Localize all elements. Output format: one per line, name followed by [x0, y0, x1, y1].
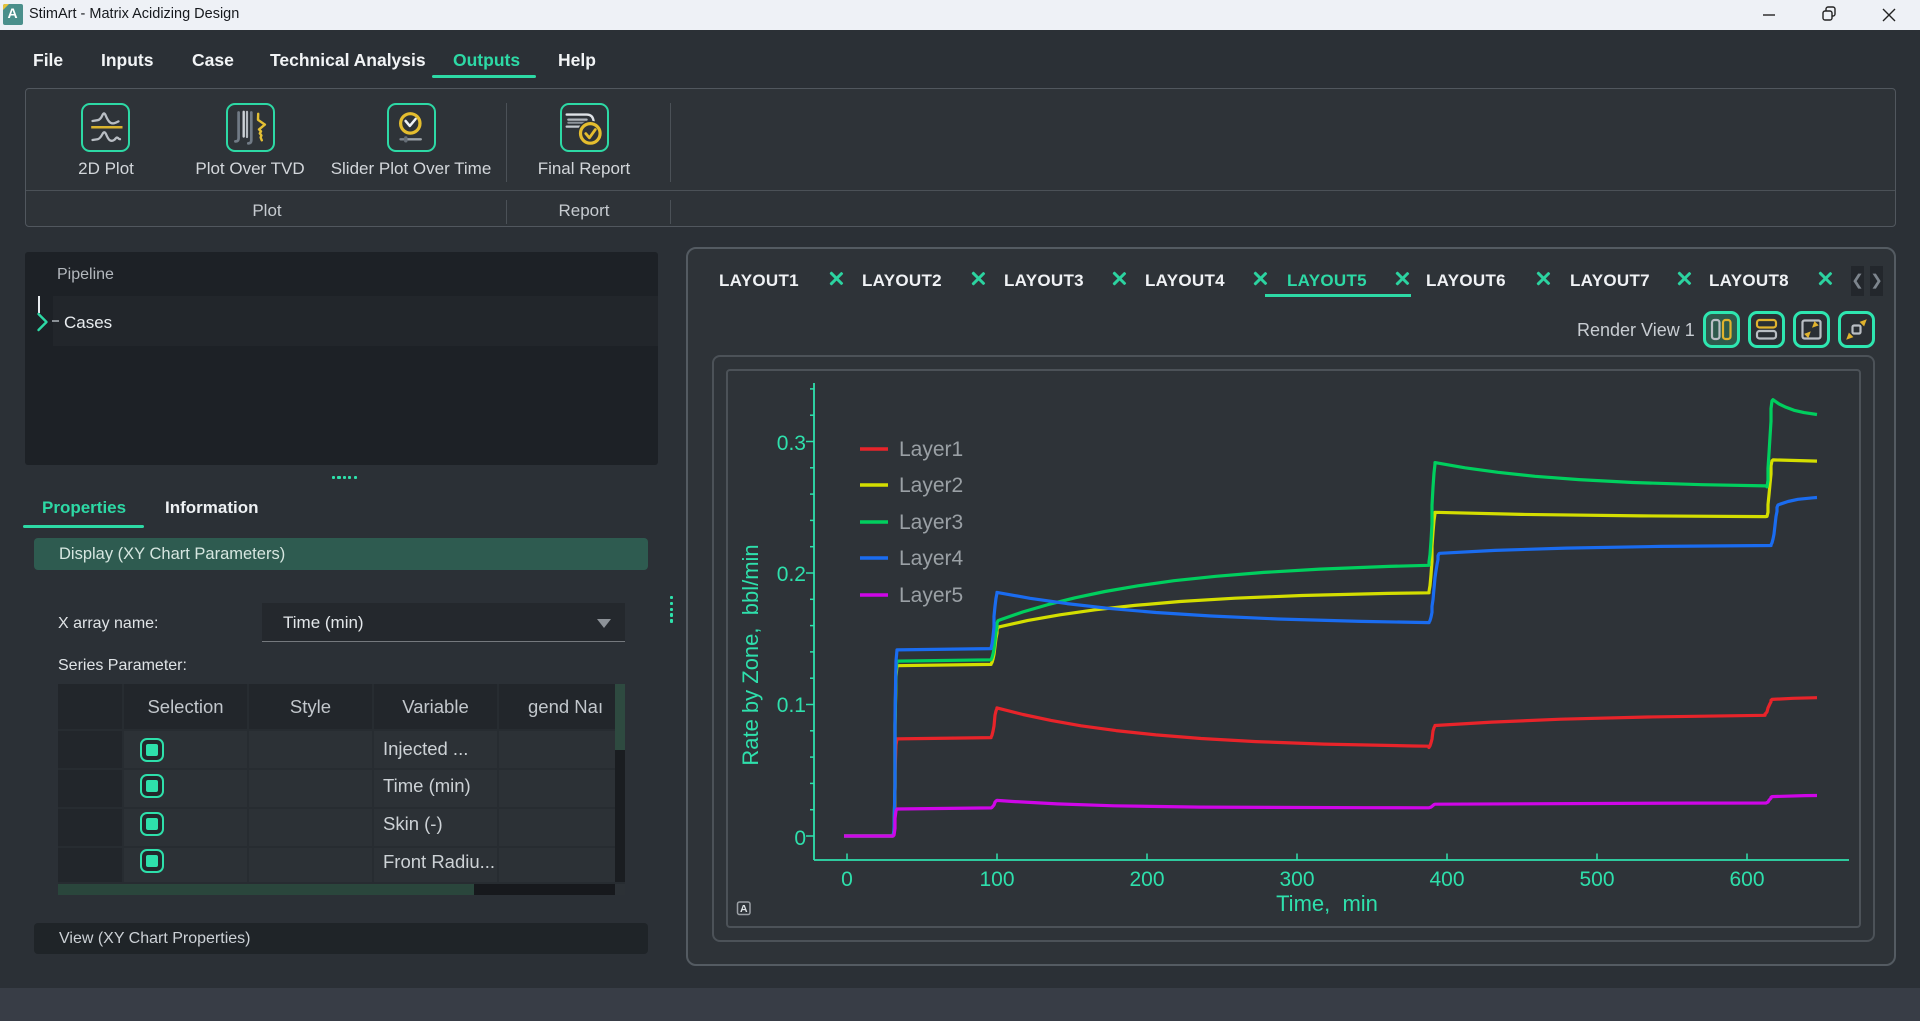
svg-text:Layer2: Layer2 — [899, 474, 963, 497]
svg-text:A: A — [740, 903, 748, 915]
svg-text:Layer5: Layer5 — [899, 584, 963, 607]
svg-text:300: 300 — [1279, 868, 1314, 891]
svg-text:0: 0 — [841, 868, 853, 891]
svg-text:500: 500 — [1579, 868, 1614, 891]
svg-text:Layer4: Layer4 — [899, 547, 964, 570]
svg-text:0: 0 — [794, 827, 806, 850]
svg-text:400: 400 — [1429, 868, 1464, 891]
svg-text:200: 200 — [1129, 868, 1164, 891]
svg-text:Layer3: Layer3 — [899, 511, 963, 534]
svg-text:600: 600 — [1729, 868, 1764, 891]
svg-text:0.2: 0.2 — [777, 563, 806, 586]
svg-text:100: 100 — [979, 868, 1014, 891]
svg-text:Time, min: Time, min — [1276, 891, 1378, 916]
svg-text:Layer1: Layer1 — [899, 438, 963, 461]
svg-text:0.1: 0.1 — [777, 694, 806, 717]
svg-text:Rate by Zone, bbl/min: Rate by Zone, bbl/min — [738, 544, 763, 765]
svg-text:0.3: 0.3 — [777, 432, 806, 455]
